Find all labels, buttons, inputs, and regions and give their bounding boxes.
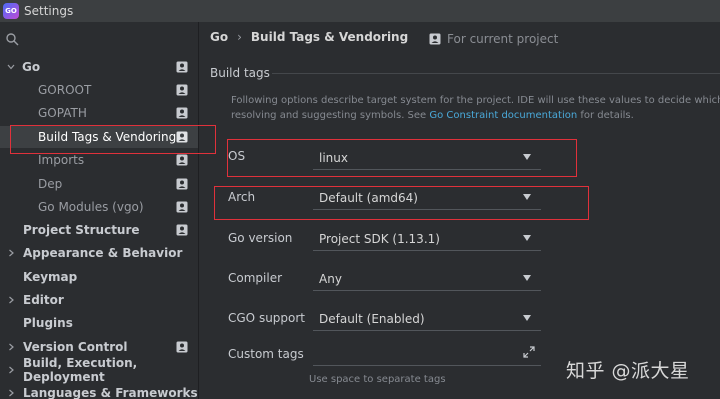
sidebar-item-label: Version Control [23,340,128,354]
breadcrumb-parent[interactable]: Go [210,30,228,44]
sidebar-item-label: Keymap [23,270,78,284]
highlight-box-arch [214,186,589,220]
dropdown-arrow-icon [523,315,531,321]
sidebar-item-build-execution[interactable]: Build, Execution, Deployment [0,356,198,384]
chevron-right-icon [9,366,14,374]
title-bar: GO Settings [0,0,720,22]
settings-sidebar: Go GOROOT GOPATH Build Tags & Vendoring … [0,22,199,399]
project-scope-icon [176,61,188,73]
project-scope-icon [176,107,188,119]
cgo-value: Default (Enabled) [319,311,425,326]
go-version-label: Go version [228,231,293,245]
window-title: Settings [24,4,74,18]
compiler-label: Compiler [228,271,283,285]
sidebar-item-editor[interactable]: Editor [0,289,198,311]
custom-tags-hint: Use space to separate tags [309,374,446,385]
scope-label: For current project [447,32,559,46]
compiler-dropdown[interactable]: Any [313,267,541,291]
sidebar-item-appearance[interactable]: Appearance & Behavior [0,242,198,264]
description-line-1: Following options describe target system… [231,95,720,106]
cgo-label: CGO support [228,311,306,325]
sidebar-item-plugins[interactable]: Plugins [0,312,198,334]
sidebar-item-label: Go Modules (vgo) [38,200,144,214]
project-scope-icon [176,178,188,190]
watermark-text: 知乎 @派大星 [566,360,690,382]
section-description: Following options describe target system… [231,93,720,123]
go-version-dropdown[interactable]: Project SDK (1.13.1) [313,227,541,251]
sidebar-item-label: GOPATH [38,106,87,120]
sidebar-item-label: Plugins [23,316,73,330]
highlight-box-os [227,139,577,177]
sidebar-item-label: Languages & Frameworks [23,386,198,399]
cgo-dropdown[interactable]: Default (Enabled) [313,307,541,331]
chevron-down-icon [7,64,15,70]
sidebar-item-dep[interactable]: Dep [0,173,198,195]
description-line-2: resolving and suggesting symbols. See Go… [231,110,634,121]
sidebar-item-go-modules[interactable]: Go Modules (vgo) [0,196,198,218]
section-title: Build tags [210,66,270,80]
sidebar-item-label: Project Structure [23,223,140,237]
dropdown-arrow-icon [523,275,531,281]
breadcrumb: Go › Build Tags & Vendoring [210,30,408,44]
breadcrumb-current: Build Tags & Vendoring [250,30,409,44]
chevron-right-icon [9,249,14,257]
project-scope-icon [176,84,188,96]
sidebar-item-goroot[interactable]: GOROOT [0,79,198,101]
search-input[interactable] [22,30,192,48]
sidebar-item-label: Imports [38,153,85,167]
sidebar-item-label: Appearance & Behavior [23,246,183,260]
custom-tags-input[interactable] [313,340,541,366]
breadcrumb-separator: › [237,30,242,44]
sidebar-item-label: Dep [38,177,63,191]
project-scope-icon [176,154,188,166]
sidebar-item-version-control[interactable]: Version Control [0,336,198,358]
sidebar-item-label: Go [22,60,41,74]
highlight-box-build-tags [10,125,216,154]
sidebar-item-label: GOROOT [38,83,92,97]
custom-tags-label: Custom tags [228,347,304,361]
compiler-value: Any [319,271,342,286]
project-scope-icon [429,33,441,45]
search-icon [6,33,19,46]
dropdown-arrow-icon [523,235,531,241]
goland-app-icon: GO [3,3,19,19]
sidebar-item-languages[interactable]: Languages & Frameworks [0,382,198,399]
chevron-right-icon [9,343,14,351]
sidebar-item-label: Editor [23,293,64,307]
project-scope-icon [176,224,188,236]
chevron-right-icon [9,296,14,304]
settings-search[interactable] [0,30,198,48]
constraint-docs-link[interactable]: Go Constraint documentation [429,110,577,121]
expand-icon[interactable] [523,346,535,358]
section-divider [272,73,720,74]
chevron-right-icon [9,389,14,397]
sidebar-item-label: Build, Execution, Deployment [23,356,138,384]
sidebar-item-keymap[interactable]: Keymap [0,266,198,288]
sidebar-item-go[interactable]: Go [0,56,198,78]
sidebar-item-gopath[interactable]: GOPATH [0,102,198,124]
project-scope-icon [176,201,188,213]
go-version-value: Project SDK (1.13.1) [319,231,440,246]
sidebar-item-project-structure[interactable]: Project Structure [0,219,198,241]
scope-indicator: For current project [429,32,558,46]
project-scope-icon [176,341,188,353]
